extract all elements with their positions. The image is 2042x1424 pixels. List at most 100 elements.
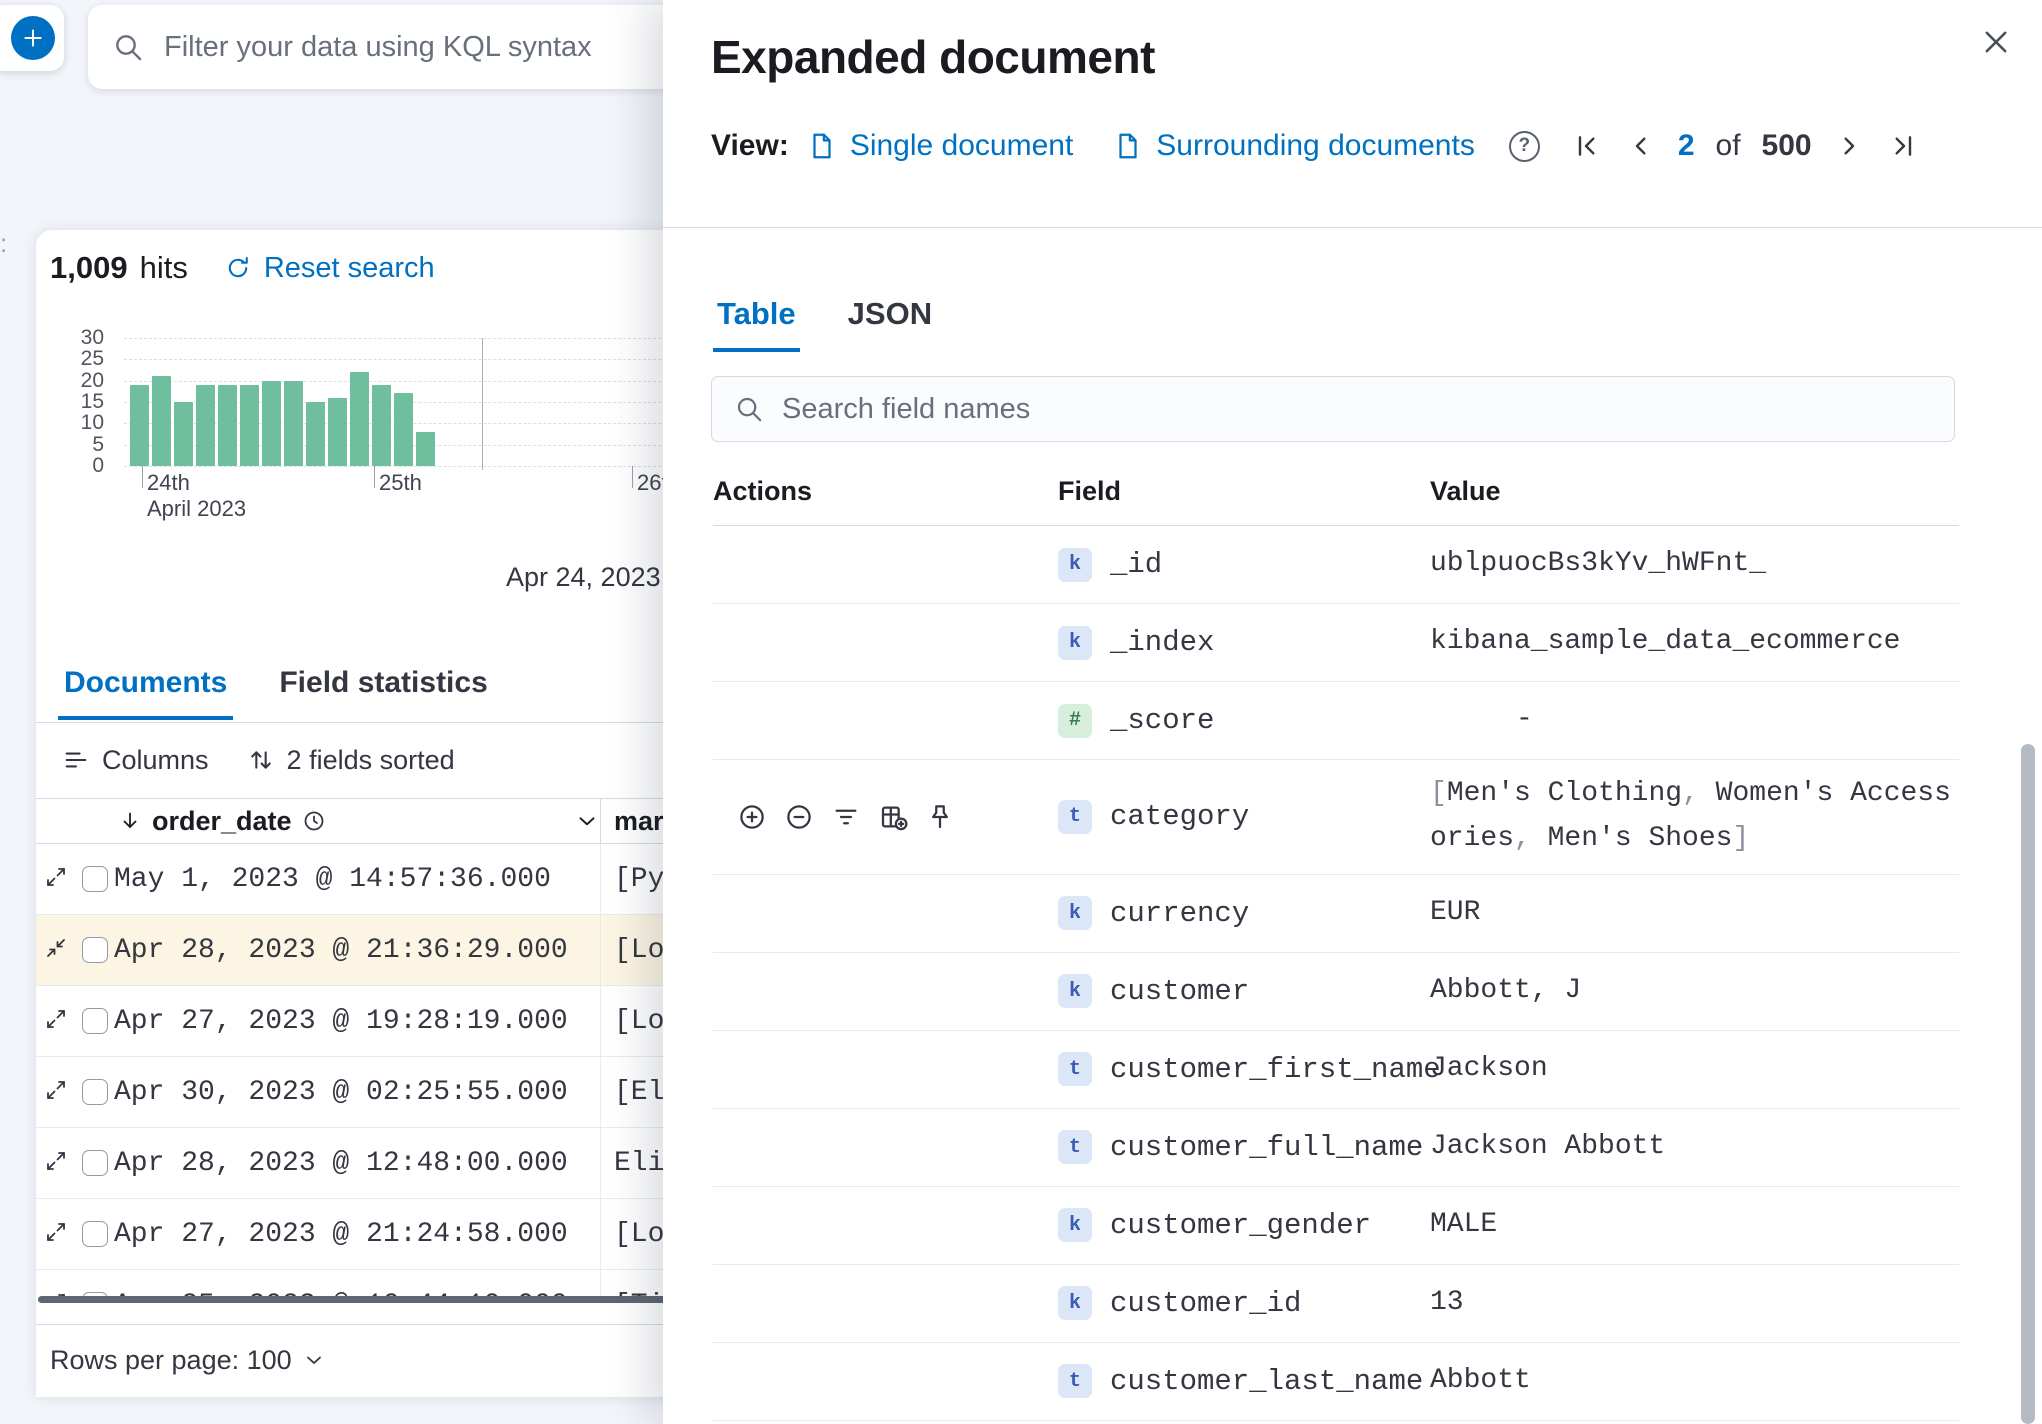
row-checkbox[interactable] [82, 1221, 108, 1247]
search-icon [734, 394, 764, 424]
panel-resize-handle[interactable]: : [0, 230, 7, 256]
field-row-customer_id[interactable]: k customer_id 13 [713, 1265, 1959, 1343]
field-column-header: Field [1058, 476, 1122, 506]
field-row-customer_full_name[interactable]: t customer_full_name Jackson Abbott [713, 1109, 1959, 1187]
field-row-customer_gender[interactable]: k customer_gender MALE [713, 1187, 1959, 1265]
document-row[interactable]: Apr 25, 2023 @ 10:44:10.000[Ti [36, 1270, 726, 1296]
field-search-input[interactable] [782, 392, 1932, 426]
columns-label: Columns [102, 744, 209, 775]
pin-field-button[interactable] [925, 802, 955, 832]
filter-out-value-icon [784, 802, 814, 832]
row-checkbox[interactable] [82, 866, 108, 892]
histogram-bar[interactable] [218, 385, 237, 466]
field-name: currency [1110, 896, 1250, 930]
tab-json[interactable]: JSON [844, 296, 936, 352]
histogram-bar[interactable] [152, 376, 171, 466]
document-row[interactable]: Apr 27, 2023 @ 19:28:19.000 [Lo [36, 986, 726, 1057]
order-date-column-header[interactable]: order_date [114, 799, 600, 843]
filter-field-button[interactable] [831, 802, 861, 832]
field-row-currency[interactable]: k currency EUR [713, 875, 1959, 953]
row-checkbox[interactable] [82, 1079, 108, 1105]
rows-per-page-label: Rows per page: 100 [50, 1344, 292, 1375]
field-row-customer_last_name[interactable]: t customer_last_name Abbott [713, 1343, 1959, 1421]
expand-row-button[interactable] [36, 1007, 76, 1036]
grid-toolbar: Columns 2 fields sorted [62, 738, 455, 782]
expand-row-button[interactable] [36, 1078, 76, 1107]
tab-documents[interactable]: Documents [58, 666, 234, 720]
last-document-button[interactable] [1886, 130, 1918, 162]
document-row[interactable]: Apr 28, 2023 @ 21:36:29.000 [Lo [36, 915, 726, 986]
discover-results-card: 1,009 hits Reset search 30 25 20 15 10 5 0 24t… [36, 230, 756, 1397]
hits-row: 1,009 hits Reset search [50, 246, 435, 290]
row-checkbox[interactable] [82, 937, 108, 963]
sort-fields-button[interactable]: 2 fields sorted [247, 745, 455, 776]
histogram-bar[interactable] [262, 381, 281, 466]
collapse-row-button[interactable] [36, 936, 76, 965]
rows-per-page-button[interactable]: Rows per page: 100 [50, 1345, 326, 1376]
document-row[interactable]: Apr 27, 2023 @ 21:24:58.000 [Lo [36, 1199, 726, 1270]
histogram-bar[interactable] [130, 385, 149, 466]
expand-row-button[interactable] [36, 865, 76, 894]
vertical-scrollbar[interactable] [2021, 744, 2035, 1424]
histogram-bar[interactable] [350, 372, 369, 466]
actions-column-header: Actions [713, 476, 813, 506]
field-name: customer_id [1110, 1286, 1302, 1320]
histogram-bar[interactable] [240, 385, 259, 466]
field-name-cell: t customer_full_name [1058, 1130, 1430, 1165]
previous-document-button[interactable] [1625, 130, 1657, 162]
field-row-customer_first_name[interactable]: t customer_first_name Jackson [713, 1031, 1959, 1109]
close-icon [1979, 25, 2013, 59]
field-row-_index[interactable]: k _index kibana_sample_data_ecommerce [713, 604, 1959, 682]
hits-label: hits [139, 250, 188, 285]
histogram-bar[interactable] [196, 385, 215, 466]
row-checkbox[interactable] [82, 1008, 108, 1034]
document-row[interactable]: Apr 28, 2023 @ 12:48:00.000 Eli [36, 1128, 726, 1199]
add-filter-button[interactable] [11, 16, 55, 60]
histogram-bar[interactable] [394, 393, 413, 466]
field-name-cell: # _score [1058, 703, 1430, 738]
horizontal-scrollbar[interactable] [38, 1296, 696, 1303]
current-document-number: 2 [1677, 129, 1695, 162]
first-document-button[interactable] [1572, 130, 1604, 162]
filter-for-value-icon [737, 802, 767, 832]
histogram-plot-area[interactable]: 24th 25th 26th April 2023 [124, 338, 746, 521]
kql-query-input[interactable] [164, 30, 704, 64]
close-flyout-button[interactable] [1976, 22, 2016, 62]
order-date-cell: Apr 30, 2023 @ 02:25:55.000 [114, 1076, 568, 1108]
expand-row-button[interactable] [36, 1149, 76, 1178]
time-marker-line [482, 338, 483, 470]
kql-search-bar [88, 5, 728, 89]
histogram-bar[interactable] [306, 402, 325, 466]
tab-table[interactable]: Table [713, 296, 800, 352]
reset-search-button[interactable]: Reset search [224, 252, 435, 285]
x-axis-tick: 25th [379, 470, 422, 495]
field-row-_id[interactable]: k _id ublpuocBs3kYv_hWFnt_ [713, 526, 1959, 604]
surrounding-documents-link[interactable]: Surrounding documents [1113, 129, 1475, 163]
filter-out-value-button[interactable] [784, 802, 814, 832]
histogram-bar[interactable] [284, 381, 303, 466]
document-row[interactable]: May 1, 2023 @ 14:57:36.000 [Py [36, 844, 726, 915]
field-row-_score[interactable]: # _score - [713, 682, 1959, 760]
document-row[interactable]: Apr 30, 2023 @ 02:25:55.000 [El [36, 1057, 726, 1128]
column-menu-chevron-icon[interactable] [574, 808, 600, 834]
sort-descending-icon [118, 809, 142, 833]
field-row-category[interactable]: t category [Men's Clothing, Women's Access… [713, 760, 1959, 875]
histogram-bar[interactable] [328, 398, 347, 466]
tab-field-statistics[interactable]: Field statistics [273, 666, 493, 720]
field-row-customer[interactable]: k customer Abbott, J [713, 953, 1959, 1031]
next-document-button[interactable] [1833, 130, 1865, 162]
field-name-cell: k customer [1058, 974, 1430, 1009]
columns-button[interactable]: Columns [62, 745, 209, 776]
divider [36, 1324, 756, 1325]
filter-field-icon [831, 802, 861, 832]
expand-row-button[interactable] [36, 1220, 76, 1249]
single-document-link[interactable]: Single document [807, 129, 1073, 163]
histogram-bar[interactable] [416, 432, 435, 466]
order-date-cell: May 1, 2023 @ 14:57:36.000 [114, 863, 551, 895]
help-icon[interactable]: ? [1508, 130, 1540, 162]
filter-for-value-button[interactable] [737, 802, 767, 832]
histogram-bar[interactable] [372, 385, 391, 466]
toggle-column-in-table-button[interactable] [878, 802, 908, 832]
row-checkbox[interactable] [82, 1150, 108, 1176]
histogram-bar[interactable] [174, 402, 193, 466]
